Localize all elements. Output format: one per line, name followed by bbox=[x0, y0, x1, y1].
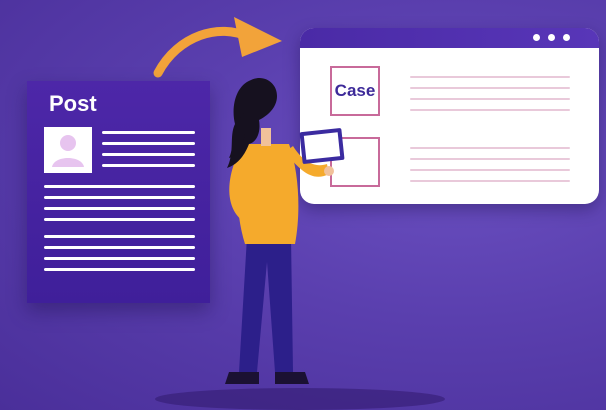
post-text-line bbox=[44, 207, 195, 210]
browser-text-line bbox=[410, 109, 570, 111]
browser-titlebar bbox=[300, 28, 599, 48]
post-text-line bbox=[44, 218, 195, 221]
post-text-line bbox=[44, 235, 195, 238]
browser-text-line bbox=[410, 147, 570, 149]
illustration-scene: Post Case bbox=[0, 0, 606, 410]
post-text-line bbox=[44, 246, 195, 249]
dot-icon bbox=[548, 34, 555, 41]
post-text-line bbox=[44, 257, 195, 260]
post-text-line bbox=[44, 196, 195, 199]
browser-text-line bbox=[410, 87, 570, 89]
post-text-line bbox=[102, 131, 195, 134]
browser-text-line bbox=[410, 98, 570, 100]
browser-text-line bbox=[410, 180, 570, 182]
post-text-line bbox=[44, 185, 195, 188]
post-text-line bbox=[102, 142, 195, 145]
post-title: Post bbox=[49, 91, 97, 116]
browser-text-line bbox=[410, 158, 570, 160]
post-card: Post bbox=[27, 81, 210, 303]
post-text-line bbox=[44, 268, 195, 271]
browser-text-line bbox=[410, 76, 570, 78]
dot-icon bbox=[533, 34, 540, 41]
curved-arrow-icon bbox=[153, 17, 282, 78]
post-text-line bbox=[102, 153, 195, 156]
user-avatar-icon bbox=[44, 127, 92, 173]
post-text-line bbox=[102, 164, 195, 167]
dot-icon bbox=[563, 34, 570, 41]
woman-with-laptop-figure bbox=[225, 77, 345, 384]
browser-text-line bbox=[410, 169, 570, 171]
